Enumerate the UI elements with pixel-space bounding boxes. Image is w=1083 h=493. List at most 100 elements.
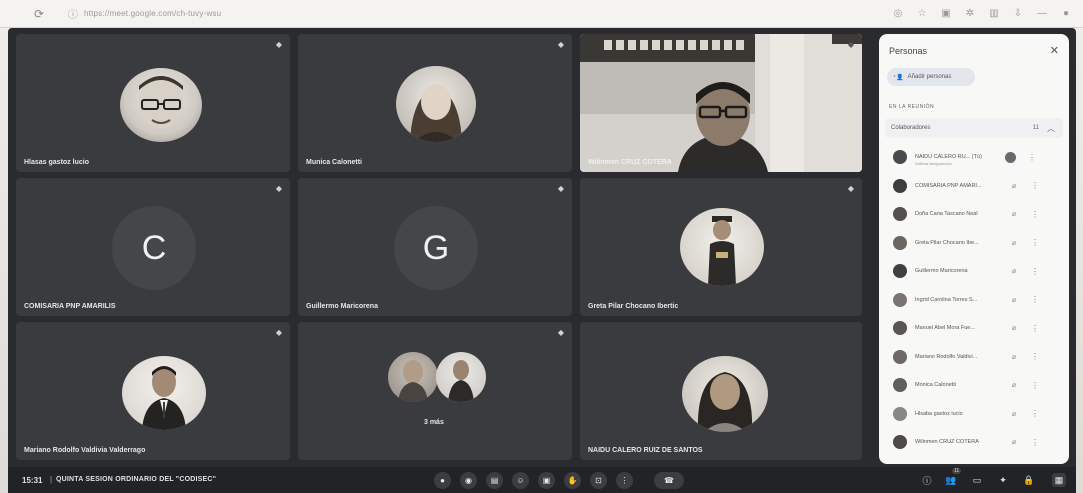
download-icon[interactable]: ⇩ <box>1011 6 1025 20</box>
minimize-icon[interactable]: — <box>1035 6 1049 20</box>
mic-off-icon: ◆ <box>847 184 855 193</box>
extension-icon[interactable]: ▣ <box>939 6 953 20</box>
mic-off-icon[interactable]: ⌀ <box>1009 353 1019 361</box>
participant-tile[interactable]: ◆ Hlasas gastoz lucio <box>16 34 290 172</box>
more-options-icon[interactable]: ⋮ <box>1031 181 1039 190</box>
end-call-button[interactable]: ☎ <box>654 472 684 489</box>
address-bar[interactable]: https://meet.google.com/ch-tuvy-wsu <box>84 9 221 18</box>
sidepanel-icon[interactable]: ▥ <box>987 6 1001 20</box>
mic-off-icon[interactable]: ⌀ <box>1009 296 1019 304</box>
mic-off-icon[interactable]: ⌀ <box>1009 210 1019 218</box>
camera-button[interactable]: ◉ <box>460 472 477 489</box>
group-label: Colaboradores <box>891 125 931 131</box>
separator: | <box>50 475 53 484</box>
close-icon[interactable]: ✕ <box>1050 44 1059 57</box>
site-info-icon[interactable]: ⓘ <box>68 6 78 21</box>
participant-avatar <box>893 406 907 421</box>
more-options-icon[interactable]: ⋮ <box>1031 438 1039 447</box>
captions-button[interactable]: ▤ <box>486 472 503 489</box>
add-person-icon: ⁺👤 <box>893 74 904 81</box>
participant-row[interactable]: Hlsaba gastoz lucio ⌀ ⋮ <box>885 401 1063 427</box>
participant-row[interactable]: Greta Pilar Chocano Ibe... ⌀ ⋮ <box>885 230 1063 256</box>
participant-row[interactable]: Ingrid Carolina Torres S... ⌀ ⋮ <box>885 287 1063 313</box>
mic-off-icon[interactable]: ⌀ <box>1009 182 1019 190</box>
participant-tile[interactable]: ◆ Munica Calonetti <box>298 34 572 172</box>
participant-name: COMISARIA PNP AMARI... <box>915 182 982 189</box>
host-badge-icon <box>1005 151 1016 163</box>
more-options-icon[interactable]: ⋮ <box>1031 381 1039 390</box>
more-options-icon[interactable]: ⋮ <box>1031 409 1039 418</box>
participant-row[interactable]: Guillermo Maricorena ⌀ ⋮ <box>885 258 1063 284</box>
mic-off-icon[interactable]: ⌀ <box>1009 410 1019 418</box>
participant-row[interactable]: COMISARIA PNP AMARI... ⌀ ⋮ <box>885 173 1063 199</box>
chevron-up-icon[interactable]: ︿ <box>1047 123 1055 134</box>
participant-tile[interactable]: G ◆ Guillermo Maricorena <box>298 178 572 316</box>
mic-off-icon: ◆ <box>275 328 283 337</box>
participant-tile[interactable]: C ◆ COMISARIA PNP AMARILIS <box>16 178 290 316</box>
participant-avatar <box>680 208 764 286</box>
participant-row[interactable]: Monica Calonetti ⌀ ⋮ <box>885 372 1063 398</box>
raise-hand-button[interactable]: ✋ <box>564 472 581 489</box>
participant-row[interactable]: Mariano Rodolfo Valdivi... ⌀ ⋮ <box>885 344 1063 370</box>
host-controls-icon[interactable]: 🔒 <box>1022 473 1036 487</box>
more-options-icon[interactable]: ⋮ <box>1031 352 1039 361</box>
people-panel: Personas ✕ ⁺👤 Añadir personas EN LA REUN… <box>879 34 1069 464</box>
activities-icon[interactable]: ✦ <box>996 473 1010 487</box>
more-participants-label: 3 más <box>424 419 444 426</box>
present-button[interactable]: ▣ <box>538 472 555 489</box>
more-options-button[interactable]: ⋮ <box>616 472 633 489</box>
mic-off-icon[interactable]: ⌀ <box>1009 381 1019 389</box>
participant-name: COMISARIA PNP AMARILIS <box>24 303 116 310</box>
meeting-title: QUINTA SESION ORDINARIO DEL "CODISEC" <box>56 476 217 483</box>
profile-icon[interactable]: ● <box>1059 6 1073 20</box>
more-options-icon[interactable]: ⋮ <box>1031 210 1039 219</box>
microphone-button[interactable]: ● <box>434 472 451 489</box>
participant-avatar <box>893 292 907 307</box>
meeting-controls-bar: 15:31 | QUINTA SESION ORDINARIO DEL "COD… <box>8 467 1076 493</box>
participant-avatar <box>893 349 907 364</box>
chat-icon[interactable]: ▭ <box>970 473 984 487</box>
puzzle-icon[interactable]: ✲ <box>963 6 977 20</box>
more-options-icon[interactable]: ⋮ <box>1031 267 1039 276</box>
participant-row[interactable]: Manuel Abel Mora Fue... ⌀ ⋮ <box>885 315 1063 341</box>
more-options-icon[interactable]: ⋮ <box>1031 238 1039 247</box>
reload-icon[interactable]: ⟳ <box>34 7 48 21</box>
add-people-button[interactable]: ⁺👤 Añadir personas <box>887 68 975 86</box>
mic-off-icon: ◆ <box>557 328 565 337</box>
participant-name: Doña Cana Tascano Neal <box>915 211 978 217</box>
panel-toggle-icon[interactable]: ▦ <box>1052 473 1066 487</box>
participant-avatar <box>893 378 907 392</box>
mic-off-icon[interactable]: ⌀ <box>1009 267 1019 275</box>
participants-group-header[interactable]: Colaboradores 11 ︿ <box>885 118 1063 138</box>
participant-avatar <box>893 178 907 193</box>
participant-name: Hlsaba gastoz lucio <box>915 410 963 417</box>
participant-name: Greta Pilar Chocano Ibe... <box>915 239 979 246</box>
participant-group-tile[interactable]: ◆ 3 más <box>298 322 572 460</box>
eye-off-icon[interactable]: ◎ <box>891 6 905 20</box>
emoji-button[interactable]: ☺ <box>512 472 529 489</box>
participant-tile[interactable]: NAIDU CALERO RUIZ DE SANTOS <box>580 322 862 460</box>
mic-off-icon[interactable]: ⌀ <box>1009 324 1019 332</box>
more-options-icon[interactable]: ⋮ <box>1031 295 1039 304</box>
star-icon[interactable]: ☆ <box>915 6 929 20</box>
mic-off-icon[interactable]: ⌀ <box>1009 239 1019 247</box>
participant-row[interactable]: Wilinmen CRUZ COTERA ⌀ ⋮ <box>885 429 1063 455</box>
participant-name: Hlasas gastoz lucio <box>24 159 89 166</box>
participant-tile[interactable]: ◆ Mariano Rodolfo Valdivia Valderrago <box>16 322 290 460</box>
mic-off-icon[interactable]: ⌀ <box>1009 438 1019 446</box>
participant-video-tile[interactable]: ◆ Wilinmen CRUZ COTERA <box>580 34 862 172</box>
participant-avatar <box>893 235 907 250</box>
participant-avatar <box>893 435 907 449</box>
participant-row[interactable]: Doña Cana Tascano Neal ⌀ ⋮ <box>885 201 1063 227</box>
participant-avatar <box>388 352 438 402</box>
participant-name: Guillermo Maricorena <box>306 303 378 310</box>
people-icon[interactable]: 👥 <box>944 473 958 487</box>
participant-name: Monica Calonetti <box>915 382 956 388</box>
participant-row[interactable]: NAIDU CALERO RU... (Tú) Notificas designa… <box>885 144 1063 170</box>
info-icon[interactable]: ⓘ <box>920 473 934 487</box>
participant-tile[interactable]: ◆ Greta Pilar Chocano Ibertic <box>580 178 862 316</box>
screen-share-button[interactable]: ⊡ <box>590 472 607 489</box>
participant-avatar <box>893 150 907 164</box>
more-options-icon[interactable]: ⋮ <box>1031 324 1039 333</box>
more-options-icon[interactable]: ⋮ <box>1028 153 1036 162</box>
